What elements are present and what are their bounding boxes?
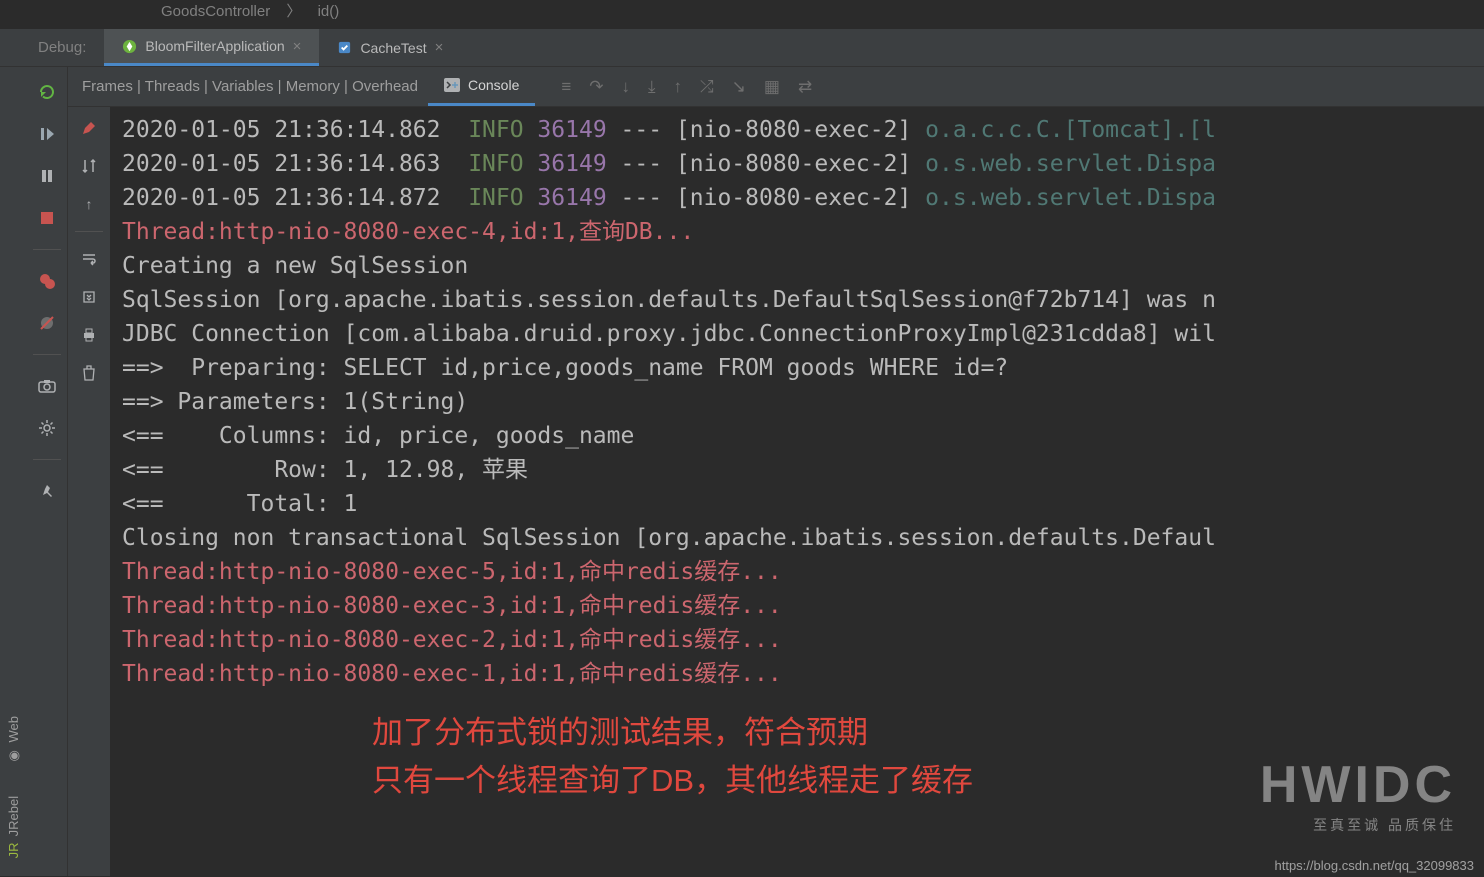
- console-icon: [444, 78, 460, 92]
- watermark-text: HWIDC: [1260, 755, 1456, 815]
- test-icon: [337, 40, 352, 55]
- drop-frame-icon[interactable]: ⤮: [700, 77, 714, 97]
- rail-label: JRebel: [6, 796, 21, 836]
- evaluate-icon[interactable]: ▦: [764, 77, 780, 97]
- divider: [33, 354, 61, 355]
- soft-wrap-icon[interactable]: [78, 248, 100, 270]
- watermark-subtext: 至真至诚 品质保住: [1260, 815, 1456, 835]
- edit-icon[interactable]: [78, 117, 100, 139]
- rail-label: Web: [6, 716, 21, 743]
- debug-tabbar: Debug: BloomFilterApplication × CacheTes…: [0, 29, 1484, 67]
- breadcrumb: GoodsController 〉 id(): [0, 0, 1484, 29]
- step-into-icon[interactable]: ↓: [622, 77, 631, 97]
- console-tab[interactable]: Console: [428, 67, 535, 106]
- divider: [33, 249, 61, 250]
- stop-button[interactable]: [36, 207, 58, 229]
- close-icon[interactable]: ×: [435, 39, 444, 56]
- run-tab-bloomfilter[interactable]: BloomFilterApplication ×: [104, 29, 319, 66]
- trace-icon[interactable]: ⇄: [798, 77, 812, 97]
- rail-web[interactable]: ◉ Web: [6, 716, 21, 764]
- breadcrumb-separator: 〉: [286, 3, 301, 20]
- mute-breakpoints-button[interactable]: [36, 312, 58, 334]
- force-step-into-icon[interactable]: ⤓: [648, 77, 656, 97]
- divider: [33, 459, 61, 460]
- console-tab-label: Console: [468, 77, 519, 93]
- spring-boot-icon: [122, 39, 137, 54]
- run-tab-label: BloomFilterApplication: [145, 38, 284, 54]
- globe-icon: ◉: [6, 749, 21, 764]
- rail-jrebel[interactable]: JR JRebel: [6, 796, 21, 858]
- debug-label: Debug:: [30, 39, 104, 56]
- divider: [75, 231, 103, 232]
- close-icon[interactable]: ×: [293, 38, 302, 55]
- settings-button[interactable]: [36, 417, 58, 439]
- footer-link: https://blog.csdn.net/qq_32099833: [1275, 858, 1475, 873]
- console-tool-column: ↑: [68, 107, 110, 876]
- pin-button[interactable]: [36, 480, 58, 502]
- jrebel-icon: JR: [6, 842, 21, 858]
- filter-icon[interactable]: ≡: [561, 77, 571, 97]
- rerun-button[interactable]: [36, 81, 58, 103]
- run-to-cursor-icon[interactable]: ↘: [732, 77, 746, 97]
- debug-tool-column: [26, 67, 68, 876]
- print-icon[interactable]: [78, 324, 100, 346]
- pause-button[interactable]: [36, 165, 58, 187]
- run-tab-cachetest[interactable]: CacheTest ×: [319, 29, 461, 66]
- scroll-to-end-icon[interactable]: [78, 286, 100, 308]
- run-tab-label: CacheTest: [360, 40, 426, 56]
- view-list[interactable]: Frames | Threads | Variables | Memory | …: [72, 78, 428, 95]
- step-over-icon[interactable]: ↷: [589, 77, 603, 97]
- debug-view-toolbar: Frames | Threads | Variables | Memory | …: [68, 67, 1484, 107]
- watermark: HWIDC 至真至诚 品质保住: [1260, 755, 1456, 835]
- view-breakpoints-button[interactable]: [36, 270, 58, 292]
- up-icon[interactable]: ↑: [78, 193, 100, 215]
- breadcrumb-method[interactable]: id(): [318, 3, 340, 20]
- clear-icon[interactable]: [78, 362, 100, 384]
- step-out-icon[interactable]: ↑: [674, 77, 683, 97]
- sort-icon[interactable]: [78, 155, 100, 177]
- resume-button[interactable]: [36, 123, 58, 145]
- left-tool-rail: ◉ Web JR JRebel: [0, 67, 26, 876]
- breadcrumb-class[interactable]: GoodsController: [161, 3, 270, 20]
- snapshot-button[interactable]: [36, 375, 58, 397]
